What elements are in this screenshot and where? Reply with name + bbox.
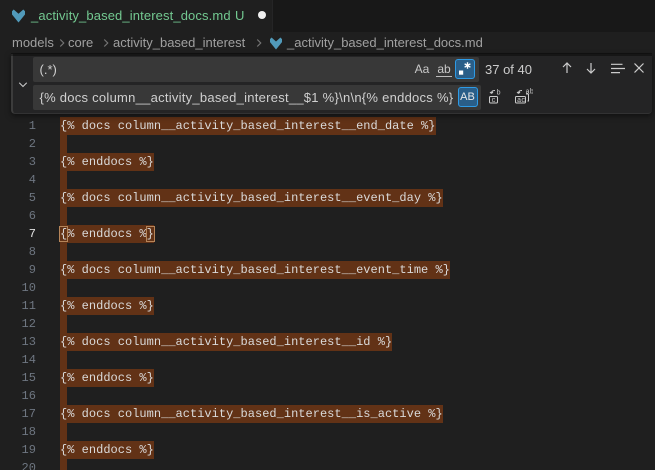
svg-text:ac: ac [517,97,525,104]
svg-text:c: c [492,97,496,104]
svg-text:ab: ab [526,89,534,97]
svg-text:b: b [497,90,501,98]
